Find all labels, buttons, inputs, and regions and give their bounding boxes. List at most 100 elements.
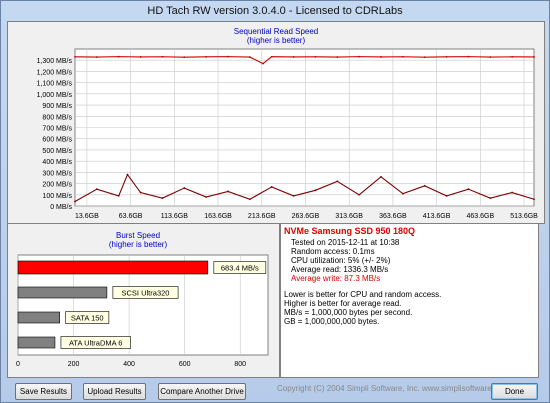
seq-read-point (336, 56, 339, 58)
average-read: Average read: 1336.3 MB/s (291, 265, 389, 274)
upload-results-button[interactable]: Upload Results (83, 383, 146, 400)
seq-chart-subtitle: (higher is better) (247, 36, 306, 45)
seq-access-point (270, 186, 273, 188)
seq-read-point (314, 55, 317, 58)
seq-access-point (227, 190, 229, 193)
seq-read-point (401, 55, 404, 58)
note-gb-definition: GB = 1,000,000,000 bytes. (284, 317, 380, 326)
burst-bar (17, 260, 209, 275)
seq-y-tick-label: 100 MB/s (42, 193, 72, 200)
seq-access-point (248, 198, 251, 201)
seq-read-point (183, 56, 186, 59)
burst-bar-label: 683.4 MB/s (221, 264, 259, 273)
seq-read-point (95, 56, 98, 58)
seq-read-point (489, 56, 492, 58)
seq-x-tick-label: 413.6GB (423, 213, 451, 220)
seq-read-point (161, 55, 164, 58)
burst-chart-title: Burst Speed (116, 231, 160, 240)
seq-access-point (533, 198, 535, 201)
seq-x-tick-label: 313.6GB (335, 213, 363, 220)
burst-speed-chart: Burst Speed (higher is better) 0 200 400 60… (8, 224, 279, 377)
drive-name: NVMe Samsung SSD 950 180Q (284, 226, 416, 236)
seq-y-tick-label: 800 MB/s (42, 114, 72, 121)
seq-access-point (126, 173, 129, 176)
burst-x-tick-label: 600 (179, 361, 191, 368)
seq-y-tick-label: 1,000 MB/s (37, 92, 73, 99)
window-title: HD Tach RW version 3.0.4.0 - Licensed to… (147, 5, 403, 17)
sequential-read-chart: Sequential Read Speed (higher is better)… (8, 22, 544, 223)
seq-x-tick-label: 163.6GB (204, 213, 232, 220)
seq-y-tick-label: 1,200 MB/s (37, 69, 73, 76)
burst-bar (17, 286, 108, 299)
seq-x-tick-label: 63.6GB (119, 213, 143, 220)
cpu-utilization: CPU utilization: 5% (+/- 2%) (291, 256, 391, 265)
seq-access-point (336, 180, 339, 183)
seq-read-point (467, 55, 470, 58)
seq-access-point (292, 195, 295, 197)
seq-x-tick-label: 13.6GB (75, 213, 99, 220)
seq-access-point (117, 195, 120, 197)
note-lower-better: Lower is better for CPU and random acces… (284, 290, 442, 299)
burst-x-tick-label: 0 (16, 361, 20, 368)
seq-access-point (445, 195, 448, 197)
seq-y-tick-label: 600 MB/s (42, 137, 72, 144)
seq-chart-title: Sequential Read Speed (234, 27, 319, 36)
seq-access-point (314, 189, 317, 192)
seq-access-point (161, 197, 164, 200)
seq-read-point (262, 62, 264, 65)
burst-chart-subtitle: (higher is better) (109, 240, 168, 249)
seq-read-point (139, 56, 142, 58)
seq-x-tick-label: 213.6GB (248, 213, 276, 220)
seq-access-point (358, 193, 361, 196)
seq-access-point (467, 188, 470, 191)
seq-access-point (489, 197, 492, 200)
tested-date: Tested on 2015-12-11 at 10:38 (291, 238, 400, 247)
seq-x-tick-label: 513.6GB (510, 213, 538, 220)
seq-access-point (95, 188, 98, 191)
seq-y-tick-label: 300 MB/s (42, 170, 72, 177)
seq-read-point (270, 55, 273, 58)
average-write: Average write: 87.3 MB/s (291, 274, 381, 283)
burst-bar-label: SATA 150 (71, 314, 104, 323)
seq-y-tick-label: 1,300 MB/s (37, 58, 73, 65)
seq-access-point (380, 175, 382, 178)
seq-read-point (292, 56, 295, 58)
seq-access-point (139, 191, 142, 194)
done-button[interactable]: Done (491, 383, 538, 400)
copyright-text: Copyright (C) 2004 Simpli Software, Inc.… (277, 384, 510, 393)
seq-access-point (511, 191, 514, 194)
seq-x-tick-label: 363.6GB (379, 213, 407, 220)
seq-read-point (205, 55, 208, 58)
burst-bar-label: SCSI Ultra320 (122, 289, 170, 298)
seq-y-tick-label: 700 MB/s (42, 126, 72, 133)
burst-bar (17, 311, 60, 324)
seq-x-tick-label: 263.6GB (292, 213, 320, 220)
seq-access-point (205, 196, 208, 198)
random-access: Random access: 0.1ms (291, 247, 375, 256)
seq-y-tick-label: 400 MB/s (42, 159, 72, 166)
seq-x-tick-label: 113.6GB (161, 213, 188, 220)
save-results-button[interactable]: Save Results (15, 383, 72, 400)
seq-read-point (227, 55, 229, 58)
seq-y-tick-label: 200 MB/s (42, 182, 72, 189)
seq-access-point (423, 184, 426, 187)
burst-x-tick-label: 400 (123, 361, 135, 368)
seq-read-point (248, 56, 251, 58)
seq-y-tick-label: 0 MB/s (50, 204, 72, 211)
seq-access-point (74, 200, 76, 203)
seq-read-point (423, 56, 426, 59)
seq-read-point (511, 55, 514, 58)
seq-y-tick-label: 900 MB/s (42, 103, 72, 110)
seq-read-point (358, 55, 361, 58)
burst-bar-label: ATA UltraDMA 6 (69, 339, 123, 348)
seq-read-point (445, 55, 448, 58)
burst-x-tick-label: 200 (68, 361, 80, 368)
seq-access-point (183, 187, 186, 189)
seq-read-point (380, 56, 382, 58)
app-window: HD Tach RW version 3.0.4.0 - Licensed to… (0, 0, 550, 403)
compare-another-drive-button[interactable]: Compare Another Drive (158, 383, 246, 400)
burst-chart-panel: Burst Speed (higher is better) 0 200 400 60… (7, 223, 280, 378)
seq-y-tick-label: 500 MB/s (42, 148, 72, 155)
seq-read-point (74, 55, 76, 58)
note-mbs-definition: MB/s = 1,000,000 bytes per second. (284, 308, 413, 317)
